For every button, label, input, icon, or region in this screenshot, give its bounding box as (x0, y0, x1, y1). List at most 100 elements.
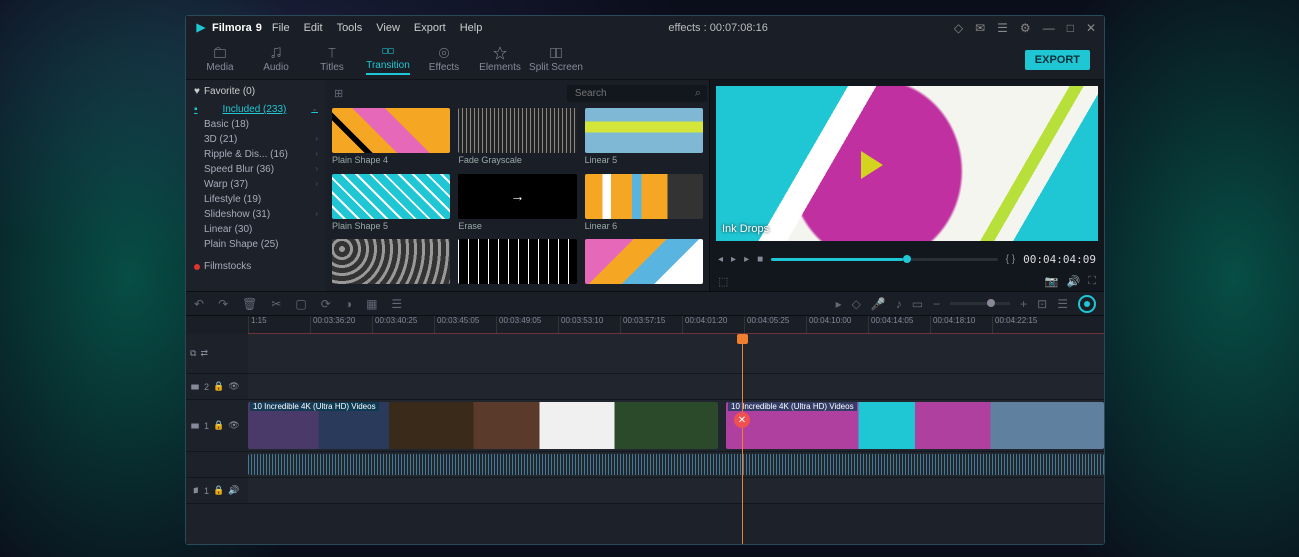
split-icon[interactable]: ✂ (271, 297, 281, 311)
thumb-erase[interactable]: Erase (458, 174, 576, 236)
audio-waveform[interactable] (248, 454, 1104, 475)
menu-edit[interactable]: Edit (304, 22, 323, 34)
visibility-icon[interactable]: 👁 (228, 381, 239, 392)
tab-media[interactable]: Media (192, 46, 248, 73)
tab-titles[interactable]: Titles (304, 46, 360, 73)
lock-icon[interactable]: 🔒 (213, 485, 224, 496)
tab-effects[interactable]: Effects (416, 46, 472, 73)
volume-icon[interactable]: 🔊 (1067, 275, 1081, 288)
prev-frame-icon[interactable]: ◂ (718, 254, 723, 265)
render-icon[interactable]: ▸ (836, 297, 842, 311)
timeline-toolbar: ↶ ↷ 🗑 ✂ ▢ ⟳ ◑ ▦ ☰ ▸ ◇ 🎤 ♪ ▭ − + ⊡ ☰ (186, 292, 1104, 316)
cat-basic[interactable]: Basic (18) (194, 118, 318, 131)
cat-warp[interactable]: Warp (37)› (194, 178, 318, 191)
video-clip-2[interactable]: 10 Incredible 4K (Ultra HD) Videos (726, 402, 1104, 449)
cat-speedblur[interactable]: Speed Blur (36)› (194, 163, 318, 176)
delete-icon[interactable]: 🗑 (242, 297, 257, 311)
quality-icon[interactable]: ⬚ (718, 275, 728, 288)
ungroup-icon[interactable]: ▭ (912, 297, 923, 311)
cat-plainshape[interactable]: Plain Shape (25) (194, 238, 318, 251)
settings-icon[interactable]: ⚙ (1020, 21, 1031, 35)
thumb-plain-shape-4[interactable]: Plain Shape 4 (332, 108, 450, 170)
tool-tabs: Media Audio Titles Transition Effects El… (186, 40, 1104, 80)
timeline: 1:1500:03:36:2000:03:40:2500:03:45:0500:… (186, 316, 1104, 544)
tab-split-screen[interactable]: Split Screen (528, 46, 584, 73)
category-sidebar: ♥ Favorite (0) ▪ Included (233)⌄ Basic (… (186, 80, 326, 291)
cat-linear[interactable]: Linear (30) (194, 223, 318, 236)
preview-canvas[interactable]: Ink Drops (716, 86, 1098, 241)
greenscreen-icon[interactable]: ▦ (366, 297, 377, 311)
preview-progress[interactable] (771, 258, 998, 261)
menu-export[interactable]: Export (414, 22, 446, 34)
cat-lifestyle[interactable]: Lifestyle (19) (194, 193, 318, 206)
messages-icon[interactable]: ✉ (975, 21, 985, 35)
play-icon[interactable]: ▸ (731, 254, 736, 265)
export-button[interactable]: EXPORT (1025, 50, 1090, 70)
thumb-linear-5[interactable]: Linear 5 (585, 108, 703, 170)
menubar: Filmora9 File Edit Tools View Export Hel… (186, 16, 1104, 40)
menu-help[interactable]: Help (460, 22, 483, 34)
filmstocks-link[interactable]: Filmstocks (194, 261, 318, 272)
favorite-header[interactable]: ♥ Favorite (0) (194, 86, 318, 97)
minimize-icon[interactable]: — (1043, 21, 1055, 35)
snapshot-icon[interactable]: 📷 (1045, 275, 1059, 288)
cat-ripple[interactable]: Ripple & Dis... (16)› (194, 148, 318, 161)
marker-icon[interactable]: ◇ (852, 297, 861, 311)
zoom-out-icon[interactable]: − (933, 297, 940, 311)
search-icon[interactable]: ⌕ (695, 87, 701, 100)
thumb-linear-6[interactable]: Linear 6 (585, 174, 703, 236)
menu-file[interactable]: File (272, 22, 290, 34)
thumb-extra-3[interactable] (585, 239, 703, 289)
close-icon[interactable]: ✕ (1086, 21, 1096, 35)
snap-icon[interactable]: ⇄ (200, 348, 208, 359)
next-frame-icon[interactable]: ▸ (744, 254, 749, 265)
grid-view-icon[interactable]: ⊞ (334, 87, 343, 100)
keyframe-icon[interactable]: ☰ (391, 297, 402, 311)
voiceover-icon[interactable]: 🎤 (871, 297, 886, 311)
track-head-spacer: ⧉ ⇄ (186, 348, 248, 359)
tab-elements[interactable]: Elements (472, 46, 528, 73)
timeline-ruler[interactable]: 1:1500:03:36:2000:03:40:2500:03:45:0500:… (186, 316, 1104, 334)
markers-label: { } (1006, 254, 1015, 265)
record-button[interactable] (1078, 295, 1096, 313)
playhead[interactable]: ✕ (742, 334, 743, 544)
cat-slideshow[interactable]: Slideshow (31)› (194, 208, 318, 221)
tab-audio[interactable]: Audio (248, 46, 304, 73)
menu-tools[interactable]: Tools (337, 22, 363, 34)
redo-icon[interactable]: ↷ (218, 297, 228, 311)
mixer-icon[interactable]: ♪ (896, 297, 902, 311)
menu-view[interactable]: View (376, 22, 400, 34)
video-clip-1[interactable]: 10 Incredible 4K (Ultra HD) Videos (248, 402, 718, 449)
thumb-fade-grayscale[interactable]: Fade Grayscale (458, 108, 576, 170)
window-controls: ◇ ✉ ☰ ⚙ — □ ✕ (954, 21, 1096, 35)
zoom-in-icon[interactable]: + (1020, 297, 1027, 311)
audio-track-1-head: 1 🔒 🔊 (186, 485, 248, 496)
account-icon[interactable]: ◇ (954, 21, 963, 35)
stop-icon[interactable]: ■ (757, 254, 763, 265)
thumb-plain-shape-5[interactable]: Plain Shape 5 (332, 174, 450, 236)
speed-icon[interactable]: ⟳ (321, 297, 331, 311)
link-icon[interactable]: ⧉ (190, 348, 196, 359)
maximize-icon[interactable]: □ (1067, 21, 1074, 35)
visibility-icon[interactable]: 👁 (228, 420, 239, 431)
thumb-extra-2[interactable] (458, 239, 576, 289)
undo-icon[interactable]: ↶ (194, 297, 204, 311)
manage-tracks-icon[interactable]: ☰ (1057, 297, 1068, 311)
lock-icon[interactable]: 🔒 (213, 381, 224, 392)
mute-icon[interactable]: 🔊 (228, 485, 239, 496)
video-track-1-head: 1 🔒 👁 (186, 420, 248, 431)
cat-3d[interactable]: 3D (21)› (194, 133, 318, 146)
tab-transition[interactable]: Transition (360, 44, 416, 75)
preview-overlay-text: Ink Drops (722, 223, 769, 235)
cat-included[interactable]: ▪ Included (233)⌄ (194, 103, 318, 116)
delete-at-playhead-icon[interactable]: ✕ (734, 412, 750, 428)
lock-icon[interactable]: 🔒 (213, 420, 224, 431)
fullscreen-icon[interactable]: ⛶ (1088, 275, 1096, 288)
crop-icon[interactable]: ▢ (295, 297, 306, 311)
zoom-slider[interactable] (950, 302, 1010, 305)
search-input[interactable] (567, 85, 707, 102)
thumb-extra-1[interactable] (332, 239, 450, 289)
notify-icon[interactable]: ☰ (997, 21, 1008, 35)
color-icon[interactable]: ◑ (345, 297, 352, 311)
fit-icon[interactable]: ⊡ (1037, 297, 1047, 311)
